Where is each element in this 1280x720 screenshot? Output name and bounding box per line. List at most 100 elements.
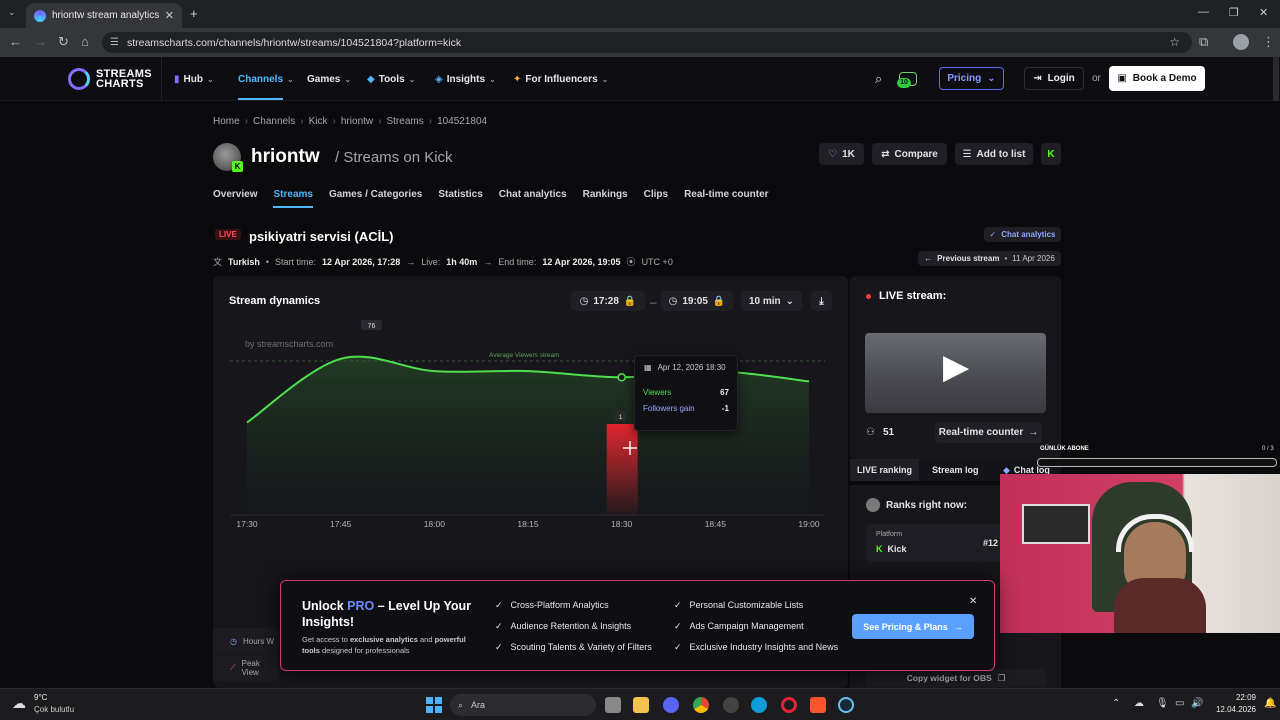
interval-select[interactable]: 10 min ⌄ xyxy=(741,291,802,311)
hover-point[interactable] xyxy=(617,373,626,382)
address-bar[interactable]: ☰ streamscharts.com/channels/hriontw/str… xyxy=(102,32,1192,53)
chat-analytics-button[interactable]: ✓ Chat analytics xyxy=(984,227,1061,242)
forward-icon[interactable]: → xyxy=(34,34,47,49)
breadcrumb-home[interactable]: Home xyxy=(213,116,240,127)
tab-chat-analytics[interactable]: Chat analytics xyxy=(499,189,567,208)
scrollbar-track[interactable] xyxy=(1273,57,1279,101)
x-tick-label: 18:00 xyxy=(424,519,446,529)
taskbar-search[interactable]: ⌕ Ara xyxy=(450,694,596,716)
tab-stream-log[interactable]: Stream log xyxy=(932,465,979,475)
volume-icon[interactable]: 🔊 xyxy=(1191,698,1203,709)
nav-tools[interactable]: ◆ Tools ⌄ xyxy=(367,57,415,101)
platform-value: Kick xyxy=(887,544,907,554)
login-button[interactable]: ⇥ Login xyxy=(1024,67,1084,90)
pricing-button[interactable]: Pricing ⌄ xyxy=(939,67,1004,90)
tab-search-icon[interactable]: ⌄ xyxy=(8,7,16,18)
tooltip-viewers-label: Viewers xyxy=(643,388,672,397)
realtime-counter-button[interactable]: Real-time counter → xyxy=(935,422,1042,443)
see-pricing-button[interactable]: See Pricing & Plans → xyxy=(852,614,974,639)
file-explorer-icon[interactable] xyxy=(633,697,649,713)
edge-icon[interactable] xyxy=(751,697,767,713)
play-icon[interactable]: ▶ xyxy=(943,350,969,384)
brave-icon[interactable] xyxy=(810,697,826,713)
channel-avatar[interactable]: K xyxy=(213,143,243,172)
likes-button[interactable]: ♡ 1K xyxy=(819,143,864,165)
copy-widget-button[interactable]: Copy widget for OBS ❐ xyxy=(866,669,1046,687)
home-icon[interactable]: ⌂ xyxy=(81,34,89,49)
obs-icon[interactable] xyxy=(723,697,739,713)
tab-games-categories[interactable]: Games / Categories xyxy=(329,189,422,208)
nav-hub[interactable]: ▮ Hub ⌄ xyxy=(174,57,214,101)
task-view-icon[interactable] xyxy=(605,697,621,713)
add-to-list-button[interactable]: ☰ Add to list xyxy=(955,143,1033,165)
breadcrumb-channel[interactable]: hriontw xyxy=(341,116,373,127)
breadcrumb-channels[interactable]: Channels xyxy=(253,116,295,127)
nav-for-influencers[interactable]: ✦ For Influencers ⌄ xyxy=(513,57,608,101)
x-tick-label: 18:30 xyxy=(611,519,633,529)
weather-condition[interactable]: Çok bulutlu xyxy=(34,705,74,714)
bookmark-star-icon[interactable]: ☆ xyxy=(1169,35,1180,49)
compare-button[interactable]: ⇄ Compare xyxy=(872,143,947,165)
breadcrumb: Home › Channels › Kick › hriontw › Streams › … xyxy=(213,116,488,127)
to-time-selector[interactable]: ◷ 19:05 🔒 xyxy=(661,291,733,311)
from-time-selector[interactable]: ◷ 17:28 🔒 xyxy=(571,291,645,311)
tab-streams[interactable]: Streams xyxy=(273,189,313,208)
tab-statistics[interactable]: Statistics xyxy=(438,189,482,208)
close-promo-icon[interactable]: ✕ xyxy=(969,596,977,607)
stream-preview[interactable]: ▶ xyxy=(865,333,1046,413)
chrome-icon[interactable] xyxy=(693,697,709,713)
streams-charts-logo[interactable]: STREAMS CHARTS xyxy=(68,68,152,90)
tab-overview[interactable]: Overview xyxy=(213,189,257,208)
network-icon[interactable]: ▭ xyxy=(1175,698,1184,709)
windows-start-icon[interactable] xyxy=(426,697,442,713)
profile-avatar[interactable] xyxy=(1233,34,1249,50)
nav-insights[interactable]: ◈ Insights ⌄ xyxy=(435,57,496,101)
download-button[interactable]: ⤓ xyxy=(811,291,832,311)
clock-icon: ◷ xyxy=(230,636,237,646)
breadcrumb-kick[interactable]: Kick xyxy=(309,116,328,127)
steam-icon[interactable] xyxy=(838,697,854,713)
notification-icon[interactable]: 10 xyxy=(897,72,917,88)
or-text: or xyxy=(1092,73,1101,84)
nav-games[interactable]: Games ⌄ xyxy=(307,57,351,101)
book-demo-button[interactable]: ▣ Book a Demo xyxy=(1109,66,1205,91)
browser-tab[interactable]: hriontw stream analytics & stat ✕ xyxy=(26,3,182,28)
promo-description: Get access to exclusive analytics and po… xyxy=(302,635,466,655)
close-window-icon[interactable]: ✕ xyxy=(1259,6,1268,19)
restore-icon[interactable]: ❐ xyxy=(1229,6,1239,19)
minimize-icon[interactable]: — xyxy=(1198,6,1209,18)
tab-rankings[interactable]: Rankings xyxy=(583,189,628,208)
previous-stream-label: Previous stream xyxy=(937,254,1000,263)
from-time: 17:28 xyxy=(593,295,619,307)
browser-menu-icon[interactable]: ⋮ xyxy=(1262,34,1275,50)
back-icon[interactable]: ← xyxy=(9,34,22,49)
tab-realtime-counter[interactable]: Real-time counter xyxy=(684,189,768,208)
extensions-icon[interactable]: ⧉ xyxy=(1199,34,1208,50)
likes-count: 1K xyxy=(842,148,855,160)
clock-time[interactable]: 22:09 xyxy=(1212,693,1256,702)
weather-temp[interactable]: 9°C xyxy=(34,693,47,702)
followers-bar[interactable] xyxy=(606,424,638,515)
tray-app-icon[interactable]: ☁ xyxy=(1134,698,1144,709)
notifications-icon[interactable]: 🔔 xyxy=(1264,698,1276,709)
check-icon: ✓ xyxy=(674,621,682,631)
previous-stream-button[interactable]: ← Previous stream • 11 Apr 2026 xyxy=(918,251,1061,266)
clock-date[interactable]: 12.04.2026 xyxy=(1208,705,1256,714)
reload-icon[interactable]: ↻ xyxy=(58,34,69,50)
new-tab-icon[interactable]: + xyxy=(190,6,198,21)
breadcrumb-streams[interactable]: Streams xyxy=(386,116,423,127)
tray-chevron-icon[interactable]: ⌃ xyxy=(1112,698,1120,709)
promo-pro: PRO xyxy=(347,599,375,613)
opera-icon[interactable] xyxy=(781,697,797,713)
microphone-icon[interactable]: 🎙 xyxy=(1156,698,1169,709)
tab-live-ranking[interactable]: LIVE ranking xyxy=(850,459,919,481)
nav-channels[interactable]: Channels ⌄ xyxy=(238,57,294,101)
tab-clips[interactable]: Clips xyxy=(644,189,668,208)
search-icon[interactable]: ⌕ xyxy=(875,71,882,87)
kick-channel-button[interactable]: K xyxy=(1041,143,1061,165)
arrow-right-icon: → xyxy=(953,621,963,632)
site-info-icon[interactable]: ☰ xyxy=(110,37,119,48)
discord-icon[interactable] xyxy=(663,697,679,713)
platform-rank: #12 xyxy=(983,538,999,548)
close-tab-icon[interactable]: ✕ xyxy=(165,9,174,22)
